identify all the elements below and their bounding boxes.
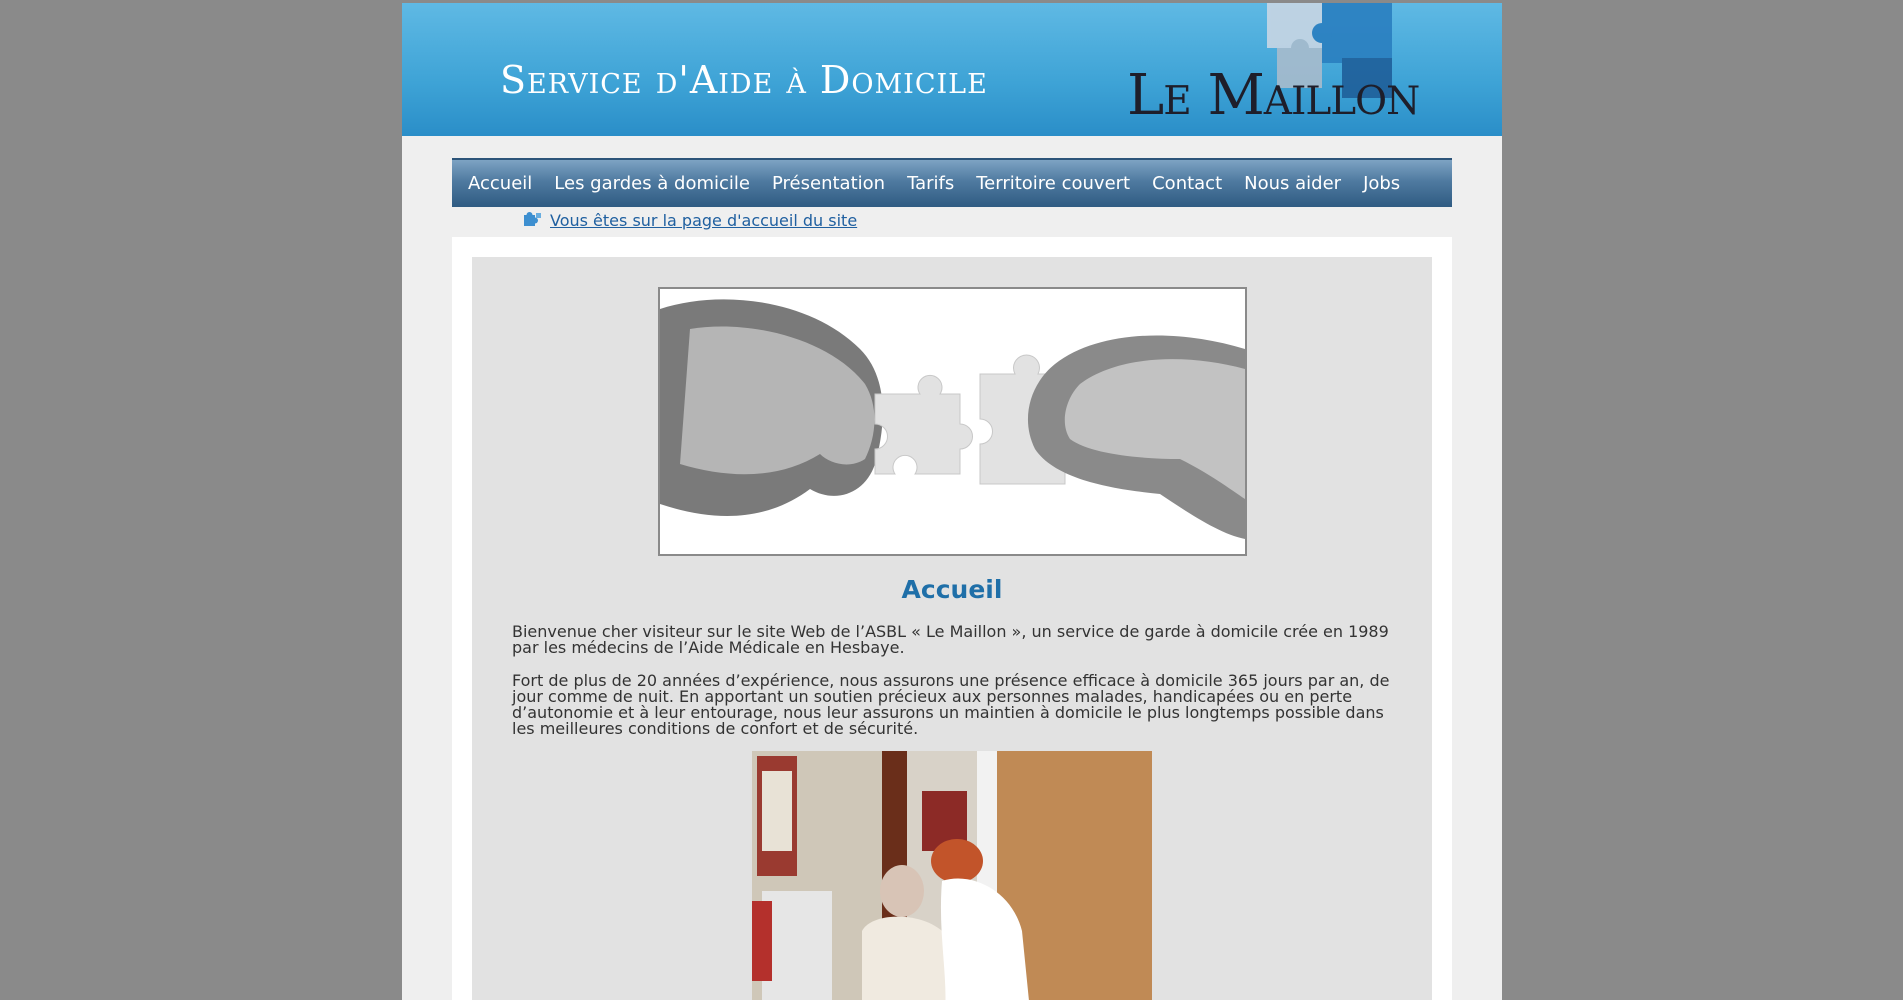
caregiver-photo [752, 751, 1152, 1000]
nav-item-territoire[interactable]: Territoire couvert [965, 173, 1141, 194]
content-frame: Accueil Bienvenue cher visiteur sur le s… [452, 237, 1452, 1000]
nav-item-contact[interactable]: Contact [1141, 173, 1233, 194]
nav-item-tarifs[interactable]: Tarifs [896, 173, 965, 194]
breadcrumb: Vous êtes sur la page d'accueil du site [522, 210, 857, 230]
breadcrumb-link[interactable]: Vous êtes sur la page d'accueil du site [550, 211, 857, 230]
puzzle-piece-icon [524, 212, 541, 226]
nav-item-gardes[interactable]: Les gardes à domicile [543, 173, 761, 194]
nav-item-presentation[interactable]: Présentation [761, 173, 896, 194]
main-nav: Accueil Les gardes à domicile Présentati… [452, 158, 1452, 207]
nav-item-nous-aider[interactable]: Nous aider [1233, 173, 1352, 194]
site-title: Service d'Aide à Domicile [500, 58, 988, 102]
logo[interactable]: Le Maillon [1127, 63, 1420, 128]
experience-paragraph: Fort de plus de 20 années d’expérience, … [512, 671, 1390, 738]
intro-paragraph: Bienvenue cher visiteur sur le site Web … [512, 622, 1389, 657]
hands-puzzle-image [658, 287, 1247, 556]
page-title: Accueil [901, 575, 1003, 604]
nav-item-accueil[interactable]: Accueil [457, 173, 543, 194]
nav-item-jobs[interactable]: Jobs [1352, 173, 1411, 194]
header-banner: Service d'Aide à Domicile Le Maillon [402, 3, 1502, 136]
page: Service d'Aide à Domicile Le Maillon Acc… [402, 3, 1502, 1000]
main-content: Accueil Bienvenue cher visiteur sur le s… [472, 257, 1432, 1000]
